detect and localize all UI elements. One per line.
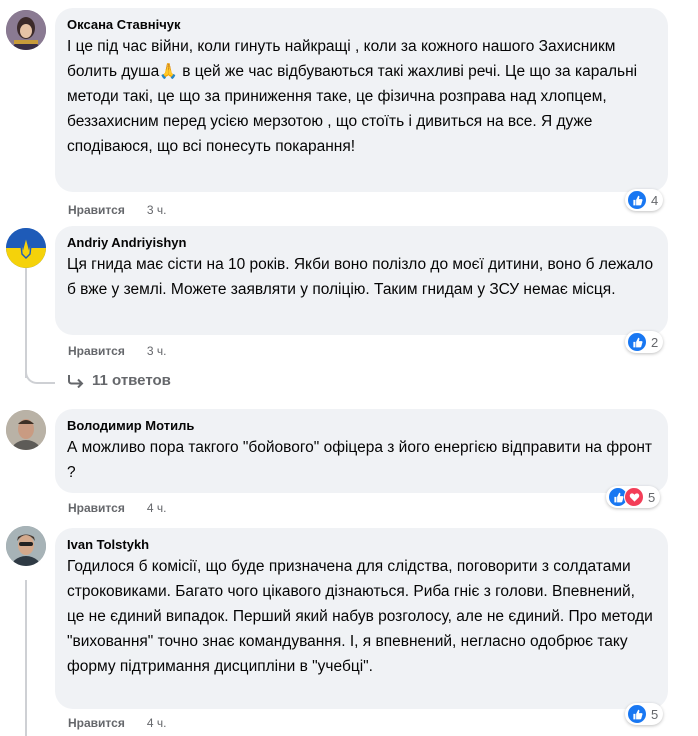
reaction-summary[interactable]: 2 xyxy=(625,331,664,353)
like-button[interactable]: Нравится xyxy=(68,203,125,217)
comment-author[interactable]: Оксана Ставнічук xyxy=(67,16,656,33)
reaction-summary[interactable]: 4 xyxy=(625,189,664,211)
love-reaction-icon xyxy=(624,487,644,507)
user-photo-icon xyxy=(6,10,46,50)
like-reaction-icon xyxy=(627,190,647,210)
timestamp[interactable]: 4 ч. xyxy=(147,501,167,515)
user-photo-icon xyxy=(6,526,46,566)
user-photo-icon xyxy=(6,410,46,450)
replies-count: 11 ответов xyxy=(92,372,171,389)
timestamp[interactable]: 3 ч. xyxy=(147,203,167,217)
comment-author[interactable]: Володимир Мотиль xyxy=(67,417,656,434)
comment-actions: Нравится 4 ч. xyxy=(68,716,166,730)
reaction-count: 5 xyxy=(651,706,659,722)
comment-actions: Нравится 3 ч. xyxy=(68,344,166,358)
like-button[interactable]: Нравится xyxy=(68,344,125,358)
thread-line xyxy=(25,580,27,736)
like-button[interactable]: Нравится xyxy=(68,716,125,730)
view-replies-button[interactable]: 11 ответов xyxy=(68,372,171,389)
avatar[interactable] xyxy=(6,526,46,566)
reaction-count: 2 xyxy=(651,334,659,350)
comment-text: Ця гнида має сісти на 10 років. Якби вон… xyxy=(67,256,654,298)
reaction-summary[interactable]: 5 xyxy=(625,703,664,725)
reaction-summary[interactable]: 5 xyxy=(606,486,661,508)
praying-hands-emoji: 🙏 xyxy=(159,63,178,80)
comment-text: І це під час війни, коли гинуть найкращі… xyxy=(67,38,638,155)
comment-bubble: Andriy Andriyishyn Ця гнида має сісти на… xyxy=(55,226,668,335)
avatar[interactable] xyxy=(6,410,46,450)
comment-text: А можливо пора такгого "бойового" офіцер… xyxy=(67,439,652,481)
ukraine-flag-trident-icon xyxy=(6,228,46,268)
comment-text: Годилося б комісії, що буде призначена д… xyxy=(67,558,653,675)
reaction-count: 4 xyxy=(651,192,659,208)
comment-actions: Нравится 4 ч. xyxy=(68,501,166,515)
like-reaction-icon xyxy=(627,704,647,724)
avatar[interactable] xyxy=(6,10,46,50)
avatar[interactable] xyxy=(6,228,46,268)
comment-bubble: Ivan Tolstykh Годилося б комісії, що буд… xyxy=(55,528,668,709)
reaction-count: 5 xyxy=(648,489,656,505)
reply-arrow-icon xyxy=(68,374,84,388)
timestamp[interactable]: 3 ч. xyxy=(147,344,167,358)
comment-bubble: Оксана Ставнічук І це під час війни, кол… xyxy=(55,8,668,192)
like-reaction-icon xyxy=(627,332,647,352)
comment-bubble: Володимир Мотиль А можливо пора такгого … xyxy=(55,409,668,493)
comment-actions: Нравится 3 ч. xyxy=(68,203,166,217)
comment-author[interactable]: Andriy Andriyishyn xyxy=(67,234,656,251)
like-button[interactable]: Нравится xyxy=(68,501,125,515)
thread-connector xyxy=(25,360,55,384)
comment-author[interactable]: Ivan Tolstykh xyxy=(67,536,656,553)
timestamp[interactable]: 4 ч. xyxy=(147,716,167,730)
